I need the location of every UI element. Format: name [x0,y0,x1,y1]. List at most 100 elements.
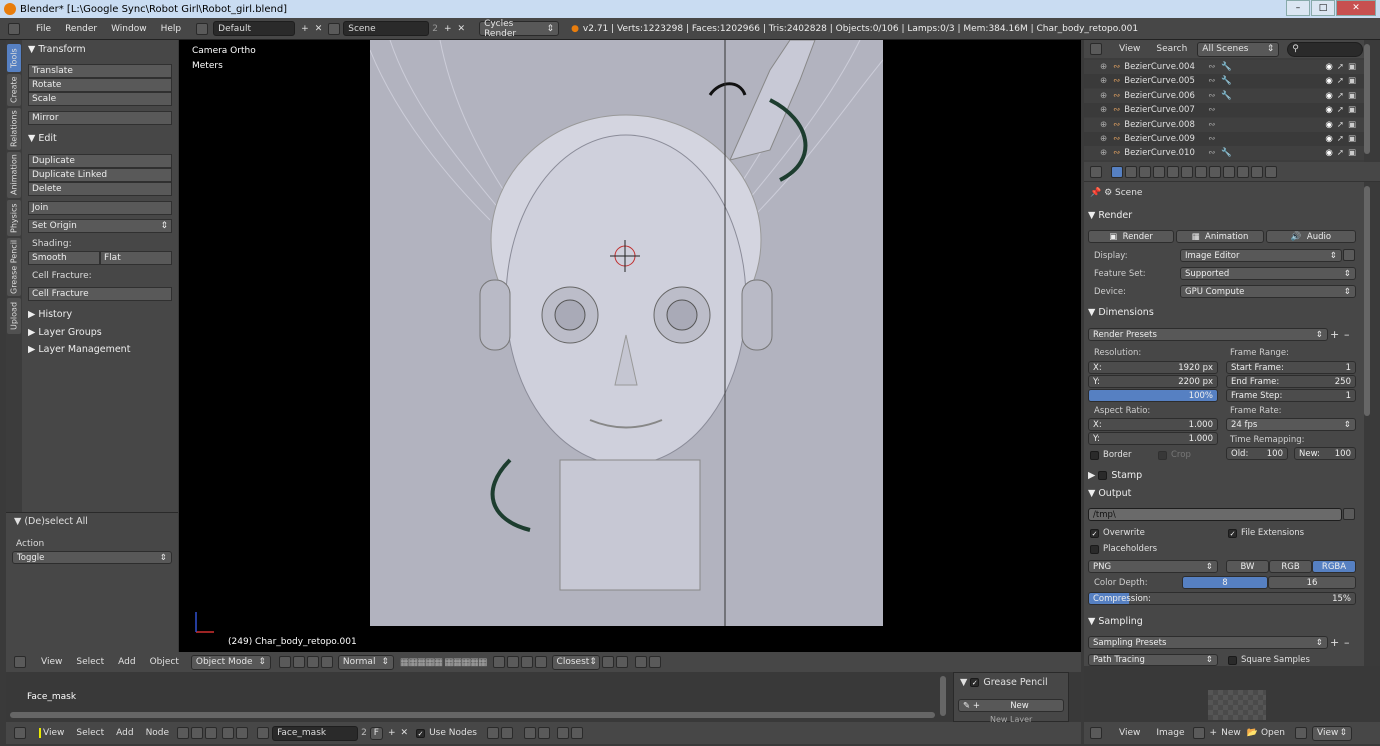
texture-tree-icon[interactable] [205,727,218,739]
renderability-camera-icon[interactable]: ▣ [1348,62,1356,72]
menu-file[interactable]: File [36,24,51,34]
outliner-row[interactable]: ⊕ ∾ BezierCurve.007 ∾ ◉ ➚ ▣ [1084,103,1364,118]
remove-preset-icon[interactable]: – [1344,328,1350,341]
integrator-select[interactable]: Path Tracing ⇕ [1088,654,1218,666]
material-tab-icon[interactable] [1223,165,1235,178]
outliner-search-menu[interactable]: Search [1156,44,1187,54]
screen-layout-field[interactable]: Default [213,21,296,36]
duplicate-linked-button[interactable]: Duplicate Linked [28,168,172,182]
visibility-eye-icon[interactable]: ◉ [1325,76,1332,86]
manipulator-icon[interactable] [306,656,319,668]
proportional-edit-icon[interactable] [506,656,519,668]
data-tab-icon[interactable] [1209,165,1221,178]
resolution-y-field[interactable]: Y: 2200 px [1088,375,1218,388]
snap-target-select[interactable]: Closest ⇕ [551,654,600,670]
texture-tab-icon[interactable] [1237,165,1249,178]
world-tab-icon[interactable] [1153,165,1165,178]
outliner-row[interactable]: ⊕ ∾ BezierCurve.010 ∾ 🔧 ◉ ➚ ▣ [1084,146,1364,161]
action-select[interactable]: Toggle ⇕ [12,551,172,564]
outliner-row[interactable]: ⊕ ∾ BezierCurve.005 ∾ 🔧 ◉ ➚ ▣ [1084,74,1364,89]
renderability-camera-icon[interactable]: ▣ [1348,105,1356,115]
remap-new-field[interactable]: New: 100 [1294,447,1356,460]
placeholders-checkbox[interactable] [1090,544,1099,554]
scale-button[interactable]: Scale [28,92,172,106]
tab-tools[interactable]: Tools [7,44,21,72]
color-depth-8-button[interactable]: 8 [1182,576,1268,589]
lock-layers-icon[interactable] [492,656,505,668]
screen-layout-icon[interactable] [196,22,209,35]
flat-button[interactable]: Flat [100,251,172,265]
aspect-y-field[interactable]: Y: 1.000 [1088,432,1218,445]
selectability-arrow-icon[interactable]: ➚ [1337,148,1344,158]
color-rgb-button[interactable]: RGB [1269,560,1312,573]
compression-slider[interactable]: Compression: 15% [1088,592,1356,605]
render-engine-select[interactable]: Cycles Render ⇕ [479,19,560,39]
file-format-select[interactable]: PNG ⇕ [1088,560,1218,573]
expand-toggle-icon[interactable]: ⊕ [1100,105,1107,115]
square-samples-option[interactable]: Square Samples [1228,654,1356,666]
render-layers-tab-icon[interactable] [1125,165,1137,178]
audio-button[interactable]: 🔊 Audio [1266,230,1356,243]
add-layout-icon[interactable]: + [301,24,309,34]
render-panel-header[interactable]: ▼ Render [1088,210,1132,221]
info-editor-icon[interactable] [8,22,20,35]
add-material-icon[interactable]: + [388,728,396,738]
minimize-icon[interactable]: – [1286,0,1310,16]
expand-toggle-icon[interactable]: ⊕ [1100,148,1107,158]
cell-fracture-button[interactable]: Cell Fracture [28,287,172,301]
menu-node[interactable]: Node [146,728,170,738]
outliner-item-label[interactable]: BezierCurve.010 [1124,148,1200,158]
new-image-button[interactable]: New [1221,728,1241,738]
grease-pencil-header[interactable]: ▼ ✓ Grease Pencil [960,677,1048,688]
image-menu[interactable]: Image [1156,728,1184,738]
outliner-row[interactable]: ⊕ ∾ BezierCurve.004 ∾ 🔧 ◉ ➚ ▣ [1084,60,1364,74]
viewport-shading-icon[interactable] [278,656,291,668]
outliner-item-label[interactable]: BezierCurve.004 [1124,62,1200,72]
image-editor-icon[interactable] [1090,727,1102,739]
aspect-x-field[interactable]: X: 1.000 [1088,418,1218,431]
copy-nodes-icon[interactable] [556,727,569,739]
camera-icon[interactable] [648,656,661,668]
image-browse-icon[interactable] [1192,727,1205,739]
close-icon[interactable]: ✕ [1336,0,1376,16]
outliner-editor-icon[interactable] [1090,43,1102,55]
paste-nodes-icon[interactable] [570,727,583,739]
sampling-panel-header[interactable]: ▼ Sampling [1088,616,1143,627]
remove-scene-icon[interactable]: ✕ [458,24,466,34]
output-panel-header[interactable]: ▼ Output [1088,488,1131,499]
color-depth-16-button[interactable]: 16 [1268,576,1356,589]
image-pin-icon[interactable] [1295,727,1307,739]
renderability-camera-icon[interactable]: ▣ [1348,134,1356,144]
selectability-arrow-icon[interactable]: ➚ [1337,76,1344,86]
outliner-row[interactable]: ⊕ ∾ BezierCurve.009 ∾ ◉ ➚ ▣ [1084,132,1364,146]
compositing-tree-icon[interactable] [191,727,204,739]
menu-node-view[interactable]: View [39,728,64,738]
snap-element-icon[interactable] [534,656,547,668]
selectability-arrow-icon[interactable]: ➚ [1337,91,1344,101]
square-samples-checkbox[interactable] [1228,655,1237,665]
menu-add[interactable]: Add [118,657,135,667]
delete-button[interactable]: Delete [28,182,172,196]
color-rgba-button[interactable]: RGBA [1312,560,1356,573]
smooth-button[interactable]: Smooth [28,251,100,265]
visibility-eye-icon[interactable]: ◉ [1325,134,1332,144]
dimensions-panel-header[interactable]: ▼ Dimensions [1088,307,1154,318]
translate-manipulator-icon[interactable] [320,656,333,668]
visibility-eye-icon[interactable]: ◉ [1325,91,1332,101]
file-extensions-option[interactable]: ✓ File Extensions [1228,526,1356,540]
object-shader-icon[interactable] [222,727,235,739]
outliner-item-label[interactable]: BezierCurve.006 [1124,91,1200,101]
material-browse-icon[interactable] [257,727,270,739]
feature-set-select[interactable]: Supported ⇕ [1180,267,1356,280]
menu-view[interactable]: View [41,657,62,667]
translate-button[interactable]: Translate [28,64,172,78]
modifiers-tab-icon[interactable] [1195,165,1207,178]
resolution-percentage-slider[interactable]: 100% [1088,389,1218,402]
world-shader-icon[interactable] [236,727,249,739]
open-image-button[interactable]: Open [1261,728,1285,738]
renderability-camera-icon[interactable]: ▣ [1348,76,1356,86]
opengl-render-icon[interactable] [601,656,614,668]
physics-tab-icon[interactable] [1265,165,1277,178]
node-editor-icon[interactable] [14,727,26,739]
selectability-arrow-icon[interactable]: ➚ [1337,120,1344,130]
